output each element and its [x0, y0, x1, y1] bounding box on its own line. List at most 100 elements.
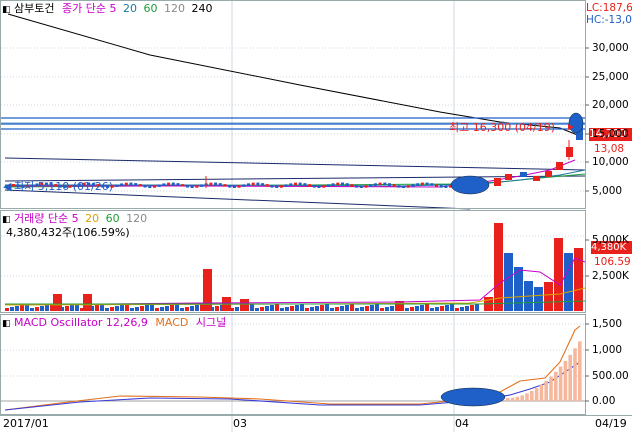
candle	[392, 184, 396, 187]
volume-bar	[445, 305, 449, 311]
candle	[214, 182, 218, 186]
candle	[336, 182, 340, 186]
oscillator-bar	[506, 398, 510, 401]
volume-bar	[440, 306, 444, 311]
x-label-04-19: 04/19	[595, 417, 627, 430]
candle	[383, 182, 387, 186]
collapse-icon[interactable]: ◧	[2, 215, 11, 225]
price-tick: 5,000	[592, 185, 623, 197]
volume-bar	[430, 308, 434, 311]
ma-period-240[interactable]: 240	[191, 2, 212, 15]
ma-period-20[interactable]: 20	[123, 2, 137, 15]
volume-bar	[140, 306, 144, 311]
volume-bar	[564, 253, 573, 311]
macd-tick: 0.00	[592, 395, 616, 407]
candle	[355, 185, 359, 188]
volume-bar	[335, 307, 339, 311]
volume-bar	[290, 306, 294, 311]
candle	[200, 184, 203, 187]
price-tick: 30,000	[592, 42, 629, 54]
candle	[115, 184, 119, 187]
candle	[308, 184, 312, 187]
vol-ma-period-120[interactable]: 120	[126, 212, 147, 225]
oscillator-bar	[554, 371, 558, 401]
volume-bar	[265, 306, 269, 311]
macd-panel-header: ◧ MACD Oscillator 12,26,9 MACD 시그널	[2, 316, 226, 331]
macd-label[interactable]: MACD	[155, 316, 188, 329]
volume-bar	[300, 304, 304, 311]
candle	[232, 185, 236, 188]
secondary-price-label: 13,08	[594, 143, 625, 155]
candle	[444, 185, 448, 188]
volume-bar	[405, 308, 409, 311]
volume-bar	[240, 299, 249, 311]
volume-bar	[385, 307, 389, 311]
candle	[284, 184, 288, 187]
candle	[138, 184, 142, 187]
volume-tick: 5,000K	[592, 234, 629, 246]
volume-bar	[275, 304, 279, 311]
candle	[134, 183, 138, 186]
volume-bar	[285, 307, 289, 311]
oscillator-bar	[578, 341, 582, 401]
candle	[242, 184, 246, 187]
ma-period-5[interactable]: 5	[109, 2, 116, 15]
candle	[209, 182, 213, 186]
candle	[411, 184, 415, 187]
volume-bar	[504, 253, 513, 311]
x-label-2017-01: 2017/01	[3, 417, 49, 430]
candle	[556, 162, 563, 170]
volume-bar	[365, 306, 369, 311]
volume-bar	[20, 305, 24, 311]
candle	[162, 183, 166, 186]
volume-bar	[475, 304, 479, 311]
volume-bar	[370, 305, 374, 311]
volume-panel-header: ◧ 거래량 단순 5 20 60 120	[2, 212, 147, 227]
candle	[251, 182, 255, 186]
oscillator-bar	[573, 348, 577, 401]
ma-period-60[interactable]: 60	[143, 2, 157, 15]
signal-label[interactable]: 시그널	[196, 316, 226, 329]
candle	[120, 183, 124, 186]
vol-ma-period-60[interactable]: 60	[106, 212, 120, 225]
volume-bar	[255, 308, 259, 311]
candle	[494, 178, 501, 186]
candle	[190, 185, 194, 188]
ma-title: 종가 단순	[62, 2, 106, 15]
candle	[237, 185, 241, 188]
candle	[157, 184, 161, 187]
collapse-icon[interactable]: ◧	[2, 319, 11, 329]
macd-panel	[1, 325, 585, 411]
volume-bar	[340, 306, 344, 311]
collapse-icon[interactable]: ◧	[2, 5, 11, 15]
volume-bar	[155, 308, 159, 311]
candle	[289, 183, 293, 186]
candle	[298, 182, 302, 186]
volume-bar	[280, 308, 284, 311]
volume-bar	[170, 305, 174, 311]
vol-ma-period-5[interactable]: 5	[72, 212, 79, 225]
candle	[369, 184, 373, 187]
oscillator-bar	[534, 388, 539, 401]
volume-bar	[534, 287, 543, 311]
volume-bar	[135, 307, 139, 311]
candle	[439, 185, 443, 188]
volume-bar	[460, 307, 464, 311]
ma-period-120[interactable]: 120	[164, 2, 185, 15]
stock-name: 삼부토건	[14, 2, 55, 15]
macd-tick: 1,000	[592, 344, 623, 356]
volume-bar	[160, 307, 164, 311]
oscillator-bar	[563, 360, 568, 401]
volume-bar	[40, 306, 44, 311]
volume-bar	[260, 307, 264, 311]
vol-ma-period-20[interactable]: 20	[85, 212, 99, 225]
x-label-03: 03	[233, 417, 247, 430]
volume-bar	[375, 304, 379, 311]
macd-title: MACD Oscillator 12,26,9	[14, 316, 148, 329]
candle	[430, 183, 434, 186]
volume-bar	[410, 307, 414, 311]
volume-bar	[83, 294, 92, 311]
volume-bar	[415, 306, 419, 311]
candle	[350, 184, 354, 187]
oscillator-bar	[525, 393, 529, 401]
